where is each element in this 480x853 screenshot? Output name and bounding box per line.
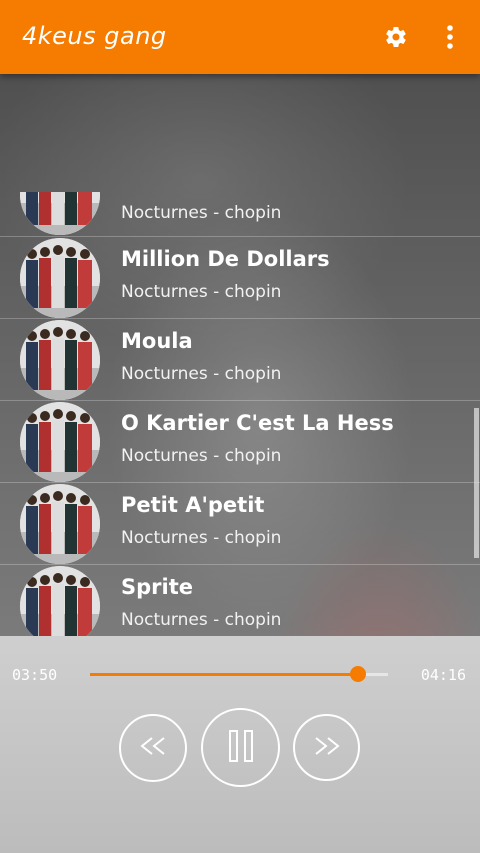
song-title: Sprite: [121, 575, 193, 599]
song-list[interactable]: Nocturnes - chopin Million De Dollars No…: [0, 192, 480, 636]
song-title: Million De Dollars: [121, 247, 330, 271]
album-art: [20, 484, 100, 564]
song-subtitle: Nocturnes - chopin: [121, 528, 282, 548]
song-row[interactable]: Moula Nocturnes - chopin: [0, 319, 480, 401]
album-art: [20, 238, 100, 318]
more-vert-icon[interactable]: [438, 22, 462, 52]
album-art: [20, 320, 100, 400]
song-subtitle: Nocturnes - chopin: [121, 203, 282, 223]
song-subtitle: Nocturnes - chopin: [121, 364, 282, 384]
rewind-button[interactable]: [119, 714, 187, 782]
rewind-icon: [138, 736, 168, 760]
song-title: O Kartier C'est La Hess: [121, 411, 394, 435]
pause-button[interactable]: [201, 708, 280, 787]
album-art: [20, 402, 100, 482]
album-art: [20, 566, 100, 636]
song-row[interactable]: O Kartier C'est La Hess Nocturnes - chop…: [0, 401, 480, 483]
list-scrollbar[interactable]: [474, 408, 479, 558]
song-title: Moula: [121, 329, 193, 353]
song-row[interactable]: Petit A'petit Nocturnes - chopin: [0, 483, 480, 565]
song-subtitle: Nocturnes - chopin: [121, 446, 282, 466]
gear-icon[interactable]: [381, 22, 411, 52]
app-bar: 4keus gang: [0, 0, 480, 74]
song-subtitle: Nocturnes - chopin: [121, 282, 282, 302]
total-time: 04:16: [420, 666, 466, 684]
song-row[interactable]: Sprite Nocturnes - chopin: [0, 565, 480, 636]
seek-progress: [90, 673, 359, 676]
song-subtitle: Nocturnes - chopin: [121, 610, 282, 630]
seek-bar[interactable]: [90, 666, 388, 682]
pause-icon: [227, 729, 255, 767]
fast-forward-icon: [312, 736, 342, 760]
player-panel: 03:50 04:16: [0, 636, 480, 853]
current-time: 03:50: [12, 666, 58, 684]
seek-handle[interactable]: [350, 666, 367, 682]
album-art: [20, 192, 100, 235]
app-title: 4keus gang: [22, 22, 167, 50]
song-row[interactable]: Million De Dollars Nocturnes - chopin: [0, 237, 480, 319]
song-row[interactable]: Nocturnes - chopin: [0, 192, 480, 237]
fast-forward-button[interactable]: [293, 714, 360, 781]
song-title: Petit A'petit: [121, 493, 265, 517]
